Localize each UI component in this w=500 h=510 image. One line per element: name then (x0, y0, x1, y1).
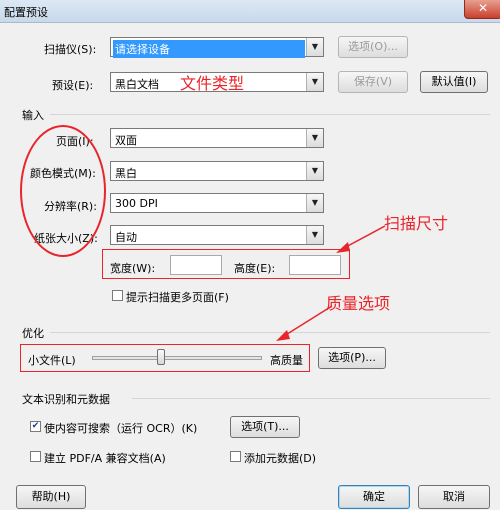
prompt-more-label: 提示扫描更多页面(F) (126, 291, 229, 304)
resolution-select[interactable]: 300 DPI ▼ (110, 193, 324, 213)
ocr-options-button[interactable]: 选项(T)... (230, 416, 300, 438)
searchable-checkbox[interactable]: ✔ (30, 421, 41, 432)
small-file-label: 小文件(L) (28, 354, 76, 367)
input-group-title: 输入 (22, 109, 44, 122)
scanner-options-button[interactable]: 选项(O)... (338, 36, 408, 58)
sides-select[interactable]: 双面 ▼ (110, 128, 324, 148)
height-field[interactable] (289, 255, 341, 275)
paper-size-select[interactable]: 自动 ▼ (110, 225, 324, 245)
pdfa-label: 建立 PDF/A 兼容文档(A) (44, 452, 166, 465)
annotation-ellipse (20, 125, 106, 257)
color-mode-value: 黑白 (115, 167, 137, 180)
annotation-arrow-size (336, 225, 386, 253)
metadata-label: 添加元数据(D) (244, 452, 317, 465)
high-quality-label: 高质量 (270, 354, 303, 367)
metadata-checkbox[interactable] (230, 451, 241, 462)
scanner-select[interactable]: 请选择设备 ▼ (110, 37, 324, 58)
preset-label: 预设(E): (52, 79, 94, 92)
color-mode-select[interactable]: 黑白 ▼ (110, 161, 324, 181)
width-label: 宽度(W): (110, 262, 156, 275)
chevron-down-icon: ▼ (306, 38, 323, 56)
save-button[interactable]: 保存(V) (338, 71, 408, 93)
quality-slider-thumb[interactable] (156, 349, 165, 365)
cancel-button[interactable]: 取消 (418, 485, 490, 509)
prompt-more-checkbox[interactable] (112, 290, 123, 301)
quality-slider-track[interactable] (92, 356, 262, 360)
chevron-down-icon: ▼ (306, 73, 323, 91)
divider (50, 114, 490, 115)
divider (132, 398, 490, 399)
optimize-group-title: 优化 (22, 327, 44, 340)
ok-button[interactable]: 确定 (338, 485, 410, 509)
annotation-file-type: 文件类型 (180, 74, 245, 93)
width-field[interactable] (170, 255, 222, 275)
paper-size-value: 自动 (115, 231, 137, 244)
close-button[interactable]: ✕ (464, 0, 500, 19)
sides-value: 双面 (115, 134, 137, 147)
annotation-scan-size: 扫描尺寸 (384, 214, 449, 233)
resolution-value: 300 DPI (115, 197, 158, 210)
preset-value: 黑白文档 (115, 78, 159, 91)
help-button[interactable]: 帮助(H) (16, 485, 86, 509)
ocr-group-title: 文本识别和元数据 (22, 393, 110, 406)
pdfa-checkbox[interactable] (30, 451, 41, 462)
title-bar (0, 0, 500, 23)
default-button[interactable]: 默认值(I) (420, 71, 488, 93)
searchable-label: 使内容可搜索（运行 OCR）(K) (44, 422, 198, 435)
annotation-arrow-quality (276, 305, 333, 341)
window-title: 配置预设 (4, 6, 48, 19)
scanner-label: 扫描仪(S): (44, 43, 97, 56)
optimize-options-button[interactable]: 选项(P)... (318, 347, 386, 369)
height-label: 高度(E): (234, 262, 276, 275)
chevron-down-icon: ▼ (306, 194, 323, 212)
chevron-down-icon: ▼ (306, 226, 323, 244)
chevron-down-icon: ▼ (306, 162, 323, 180)
scanner-value: 请选择设备 (113, 40, 305, 58)
chevron-down-icon: ▼ (306, 129, 323, 147)
